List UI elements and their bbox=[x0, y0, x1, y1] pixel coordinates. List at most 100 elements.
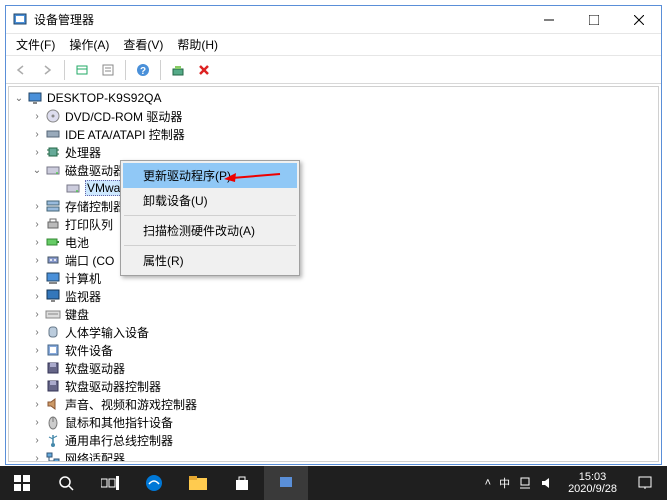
menu-action[interactable]: 操作(A) bbox=[63, 34, 115, 55]
tree-item-8-label: 计算机 bbox=[65, 270, 101, 287]
tree-item-1-label: IDE ATA/ATAPI 控制器 bbox=[65, 126, 185, 143]
tree-item-9[interactable]: ›监视器 bbox=[9, 287, 658, 305]
ctx-update-driver[interactable]: 更新驱动程序(P) bbox=[123, 163, 297, 188]
tree-item-2-twisty[interactable]: › bbox=[31, 147, 43, 158]
tree-item-15-label: 声音、视频和游戏控制器 bbox=[65, 396, 197, 413]
tree-item-18[interactable]: ›网络适配器 bbox=[9, 449, 658, 462]
tree-item-15-twisty[interactable]: › bbox=[31, 399, 43, 410]
search-button[interactable] bbox=[44, 466, 88, 500]
properties-button[interactable] bbox=[97, 59, 119, 81]
tree-item-10[interactable]: ›键盘 bbox=[9, 305, 658, 323]
tree-item-16[interactable]: › 鼠标和其他指针设备 bbox=[9, 413, 658, 431]
tree-item-12-twisty[interactable]: › bbox=[31, 345, 43, 356]
tree-root-twisty[interactable]: ⌄ bbox=[13, 93, 25, 104]
tree-item-3-0-icon bbox=[65, 180, 81, 196]
tree-item-7[interactable]: ›端口 (CO bbox=[9, 251, 658, 269]
network-icon[interactable] bbox=[518, 476, 532, 490]
uninstall-button[interactable] bbox=[193, 59, 215, 81]
tree-item-7-icon bbox=[45, 252, 61, 268]
back-button[interactable] bbox=[10, 59, 32, 81]
taskbar-clock[interactable]: 15:03 2020/9/28 bbox=[562, 471, 623, 495]
forward-button[interactable] bbox=[36, 59, 58, 81]
tree-item-17-twisty[interactable]: › bbox=[31, 435, 43, 446]
devmgr-taskbar-button[interactable] bbox=[264, 466, 308, 500]
tree-item-6-icon bbox=[45, 234, 61, 250]
tree-item-10-icon bbox=[45, 306, 61, 322]
tree-root[interactable]: ⌄DESKTOP-K9S92QA bbox=[9, 89, 658, 107]
tree-item-3-0[interactable]: VMware Virtual 0.000 Disk Device bbox=[9, 179, 658, 197]
tree-item-4-label: 存储控制器 bbox=[65, 198, 125, 215]
tree-item-1-icon bbox=[45, 126, 61, 142]
tree-item-11-twisty[interactable]: › bbox=[31, 327, 43, 338]
tree-item-3-twisty[interactable]: ⌄ bbox=[31, 165, 43, 176]
scan-hardware-button[interactable] bbox=[167, 59, 189, 81]
notifications-button[interactable] bbox=[623, 466, 667, 500]
ctx-properties[interactable]: 属性(R) bbox=[123, 248, 297, 273]
volume-icon[interactable] bbox=[540, 476, 554, 490]
minimize-button[interactable] bbox=[526, 6, 571, 34]
tree-item-7-twisty[interactable]: › bbox=[31, 255, 43, 266]
tree-root-icon bbox=[27, 90, 43, 106]
tree-item-17-icon bbox=[45, 432, 61, 448]
tree-item-4[interactable]: › 存储控制器 bbox=[9, 197, 658, 215]
tree-item-16-twisty[interactable]: › bbox=[31, 417, 43, 428]
show-hide-button[interactable] bbox=[71, 59, 93, 81]
window-title: 设备管理器 bbox=[34, 11, 94, 28]
ime-indicator[interactable]: 中 bbox=[499, 475, 510, 491]
tree-item-3[interactable]: ⌄ 磁盘驱动器 bbox=[9, 161, 658, 179]
tree-item-9-twisty[interactable]: › bbox=[31, 291, 43, 302]
tree-item-12[interactable]: ›软件设备 bbox=[9, 341, 658, 359]
store-button[interactable] bbox=[220, 466, 264, 500]
tree-item-8[interactable]: › 计算机 bbox=[9, 269, 658, 287]
menubar: 文件(F) 操作(A) 查看(V) 帮助(H) bbox=[6, 34, 661, 56]
ctx-scan-hardware[interactable]: 扫描检测硬件改动(A) bbox=[123, 218, 297, 243]
tree-item-5-twisty[interactable]: › bbox=[31, 219, 43, 230]
tree-item-5[interactable]: ›打印队列 bbox=[9, 215, 658, 233]
tree-item-10-twisty[interactable]: › bbox=[31, 309, 43, 320]
app-icon bbox=[12, 12, 28, 28]
tree-item-6-twisty[interactable]: › bbox=[31, 237, 43, 248]
explorer-button[interactable] bbox=[176, 466, 220, 500]
tree-item-0-label: DVD/CD-ROM 驱动器 bbox=[65, 108, 182, 125]
titlebar: 设备管理器 bbox=[6, 6, 661, 34]
tree-item-1[interactable]: › IDE ATA/ATAPI 控制器 bbox=[9, 125, 658, 143]
tree-item-13[interactable]: ›软盘驱动器 bbox=[9, 359, 658, 377]
tree-item-11-label: 人体学输入设备 bbox=[65, 324, 149, 341]
clock-date: 2020/9/28 bbox=[568, 483, 617, 495]
tree-item-14[interactable]: › 软盘驱动器控制器 bbox=[9, 377, 658, 395]
device-tree[interactable]: ⌄DESKTOP-K9S92QA › DVD/CD-ROM 驱动器 › IDE ATA/… bbox=[8, 86, 659, 462]
tree-item-0[interactable]: › DVD/CD-ROM 驱动器 bbox=[9, 107, 658, 125]
tree-item-6[interactable]: › 电池 bbox=[9, 233, 658, 251]
help-button[interactable]: ? bbox=[132, 59, 154, 81]
tree-item-18-twisty[interactable]: › bbox=[31, 453, 43, 463]
tree-item-4-icon bbox=[45, 198, 61, 214]
device-manager-window: 设备管理器 文件(F) 操作(A) 查看(V) 帮助(H) ? ⌄DESKTOP… bbox=[5, 5, 662, 465]
tree-item-17[interactable]: ›通用串行总线控制器 bbox=[9, 431, 658, 449]
tree-item-16-label: 鼠标和其他指针设备 bbox=[65, 414, 173, 431]
tree-item-9-icon bbox=[45, 288, 61, 304]
ctx-uninstall[interactable]: 卸载设备(U) bbox=[123, 188, 297, 213]
tree-item-15[interactable]: › 声音、视频和游戏控制器 bbox=[9, 395, 658, 413]
tree-item-6-label: 电池 bbox=[65, 234, 89, 251]
start-button[interactable] bbox=[0, 466, 44, 500]
tree-item-1-twisty[interactable]: › bbox=[31, 129, 43, 140]
tree-item-13-twisty[interactable]: › bbox=[31, 363, 43, 374]
menu-view[interactable]: 查看(V) bbox=[117, 34, 169, 55]
menu-help[interactable]: 帮助(H) bbox=[171, 34, 224, 55]
tree-item-14-twisty[interactable]: › bbox=[31, 381, 43, 392]
tree-item-14-label: 软盘驱动器控制器 bbox=[65, 378, 161, 395]
menu-file[interactable]: 文件(F) bbox=[10, 34, 61, 55]
system-tray[interactable]: ˄ 中 bbox=[477, 475, 562, 491]
tree-item-2[interactable]: › 处理器 bbox=[9, 143, 658, 161]
close-button[interactable] bbox=[616, 6, 661, 34]
tray-chevron-icon[interactable]: ˄ bbox=[485, 477, 491, 489]
task-view-button[interactable] bbox=[88, 466, 132, 500]
edge-button[interactable] bbox=[132, 466, 176, 500]
tree-item-0-twisty[interactable]: › bbox=[31, 111, 43, 122]
tree-item-8-twisty[interactable]: › bbox=[31, 273, 43, 284]
tree-item-2-label: 处理器 bbox=[65, 144, 101, 161]
tree-item-11[interactable]: › 人体学输入设备 bbox=[9, 323, 658, 341]
maximize-button[interactable] bbox=[571, 6, 616, 34]
tree-item-3-label: 磁盘驱动器 bbox=[65, 162, 125, 179]
tree-item-4-twisty[interactable]: › bbox=[31, 201, 43, 212]
